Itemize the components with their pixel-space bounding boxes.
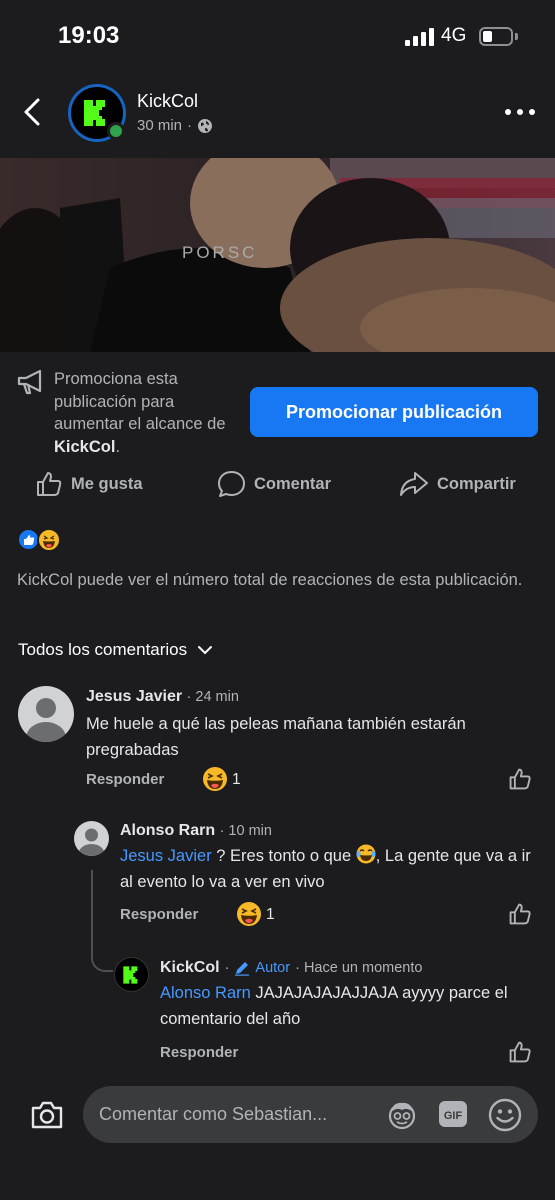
comment-text: Me huele a qué las peleas mañana también…	[86, 715, 466, 759]
share-arrow-icon	[400, 472, 428, 496]
meta-separator: ·	[224, 960, 230, 976]
mention-link[interactable]: Alonso Rarn	[160, 984, 251, 1002]
pencil-icon	[235, 962, 250, 976]
reply-button[interactable]: Responder	[120, 906, 198, 923]
more-options-icon[interactable]	[505, 106, 535, 118]
haha-emoji-icon	[202, 766, 228, 792]
post-actions: Me gusta Comentar Compartir	[0, 462, 555, 506]
comment-like-icon[interactable]	[508, 1040, 532, 1064]
mention-link[interactable]: Jesus Javier	[120, 847, 212, 865]
post-meta: 30 min ·	[137, 117, 213, 134]
battery-tip	[515, 33, 518, 40]
comment-filter-dropdown[interactable]: Todos los comentarios	[18, 640, 213, 660]
post-header: KickCol 30 min ·	[0, 72, 555, 158]
comment-like-icon[interactable]	[508, 902, 532, 926]
reaction-visibility-note: KickCol puede ver el número total de rea…	[17, 571, 523, 589]
laughing-tears-emoji-icon	[356, 844, 376, 864]
kick-logo-icon	[84, 100, 105, 126]
promote-description: Promociona esta publicación para aumenta…	[54, 370, 226, 456]
comment-button[interactable]: Comentar	[217, 468, 331, 500]
status-time: 19:03	[58, 22, 120, 49]
share-label: Compartir	[437, 474, 516, 493]
globe-icon	[198, 118, 213, 133]
post-image[interactable]: PORSC	[0, 158, 555, 352]
online-status-dot	[107, 122, 125, 140]
comment-filter-label: Todos los comentarios	[18, 640, 188, 659]
comment-text: Jesus Javier ? Eres tonto o que , La gen…	[120, 843, 540, 895]
comment-label: Comentar	[254, 474, 332, 493]
megaphone-icon	[17, 369, 42, 395]
signal-icon	[405, 28, 435, 46]
page-name[interactable]: KickCol	[137, 91, 198, 112]
commenter-avatar[interactable]	[74, 821, 109, 856]
battery-icon	[479, 27, 513, 46]
share-button[interactable]: Compartir	[399, 468, 516, 500]
comment-text: Alonso Rarn JAJAJAJAJAJJAJA ayyyy parce …	[160, 984, 508, 1028]
reply-item: KickCol · Autor · Hace un momento Alonso…	[160, 959, 545, 1032]
author-badge: Autor	[255, 960, 291, 976]
page-avatar-small[interactable]	[114, 957, 149, 992]
status-bar: 19:03 4G	[0, 0, 555, 72]
thread-connector	[91, 870, 113, 972]
svg-text:PORSC: PORSC	[182, 243, 257, 262]
meta-separator: ·	[187, 117, 193, 134]
promote-section: Promociona esta publicación para aumenta…	[0, 352, 555, 462]
comment-time: · Hace un momento	[295, 960, 423, 976]
chevron-left-icon	[24, 98, 40, 126]
comment-author[interactable]: Alonso Rarn	[120, 822, 215, 839]
commenter-avatar[interactable]	[18, 686, 74, 742]
svg-text:GIF: GIF	[444, 1110, 463, 1122]
gif-icon[interactable]: GIF	[437, 1098, 469, 1130]
haha-emoji-icon	[236, 901, 262, 927]
kick-logo-icon	[122, 965, 137, 984]
post-time: 30 min	[137, 117, 183, 134]
like-label: Me gusta	[71, 474, 143, 493]
comment-like-icon[interactable]	[508, 767, 532, 791]
avatar-sticker-icon[interactable]	[385, 1098, 419, 1132]
haha-reaction-icon	[37, 528, 61, 552]
comment-author[interactable]: Jesus Javier	[86, 688, 182, 705]
reaction-count[interactable]: 1	[266, 906, 275, 924]
reply-button[interactable]: Responder	[160, 1044, 238, 1061]
network-type: 4G	[441, 25, 467, 46]
emoji-icon[interactable]	[487, 1097, 523, 1133]
like-button[interactable]: Me gusta	[35, 468, 143, 500]
reply-button[interactable]: Responder	[86, 771, 164, 788]
thumbs-up-icon	[37, 472, 62, 496]
comment-time: · 24 min	[186, 689, 239, 705]
comment-input[interactable]	[99, 1086, 379, 1143]
comment-composer: GIF	[0, 1072, 555, 1200]
post-photo: PORSC	[0, 158, 555, 352]
back-button[interactable]	[18, 92, 50, 132]
reaction-summary[interactable]	[17, 527, 67, 553]
chevron-down-icon	[198, 646, 213, 655]
comment-input-container: GIF	[83, 1086, 538, 1143]
reply-item: Alonso Rarn · 10 min Jesus Javier ? Eres…	[120, 822, 540, 895]
reaction-count[interactable]: 1	[232, 771, 241, 789]
promote-post-button[interactable]: Promocionar publicación	[250, 387, 538, 437]
comment-bubble-icon	[218, 471, 245, 497]
comment-item: Jesus Javier · 24 min Me huele a qué las…	[86, 688, 541, 763]
comment-author[interactable]: KickCol	[160, 959, 220, 977]
camera-icon[interactable]	[30, 1100, 64, 1130]
comment-time: · 10 min	[219, 823, 272, 839]
